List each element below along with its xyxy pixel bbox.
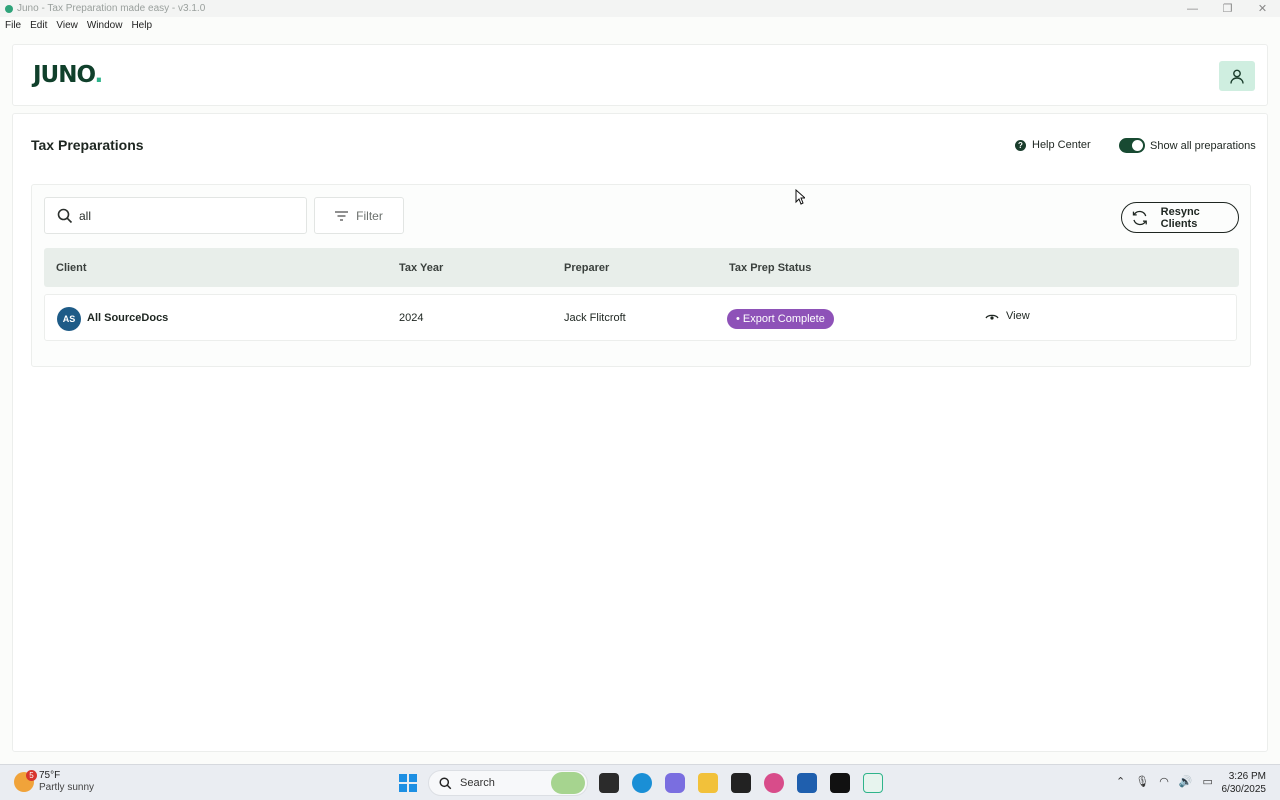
juno-taskbar-icon[interactable] (863, 773, 883, 793)
notion-icon[interactable] (830, 773, 850, 793)
wifi-icon[interactable]: ◠ (1159, 775, 1169, 788)
system-tray: ⌃ 🎙 ◠ 🔊 ▭ (1116, 775, 1213, 788)
minimize-button[interactable]: — (1175, 0, 1210, 17)
show-all-preparations-toggle[interactable] (1119, 138, 1145, 153)
show-all-toggle-group: Show all preparations (1119, 138, 1256, 153)
app-header: JUNO. (12, 44, 1268, 106)
mouse-cursor-icon (795, 189, 805, 205)
column-header-tax-year[interactable]: Tax Year (399, 262, 443, 274)
view-button[interactable]: View (985, 310, 1030, 322)
clock-time: 3:26 PM (1228, 771, 1266, 782)
logo-dot: . (94, 62, 104, 88)
menu-edit[interactable]: Edit (30, 20, 47, 31)
search-icon (57, 208, 73, 223)
filter-label: Filter (356, 208, 383, 223)
battery-icon[interactable]: ▭ (1203, 775, 1213, 788)
resync-clients-button[interactable]: Resync Clients (1121, 202, 1239, 233)
table-header: Client Tax Year Preparer Tax Prep Status (44, 248, 1239, 287)
taskbar-search-label: Search (460, 777, 495, 789)
juno-app-icon (5, 4, 13, 13)
filter-button[interactable]: Filter (314, 197, 404, 234)
window-controls: — ❐ ✕ (1175, 0, 1280, 17)
help-center-link[interactable]: ? Help Center (1015, 139, 1091, 151)
refresh-icon (1132, 210, 1147, 225)
filter-icon (335, 210, 349, 221)
show-all-preparations-label: Show all preparations (1150, 139, 1256, 152)
restore-button[interactable]: ❐ (1210, 0, 1245, 17)
weather-description: Partly sunny (39, 782, 95, 793)
menu-help[interactable]: Help (131, 20, 152, 31)
close-window-button[interactable]: ✕ (1245, 0, 1280, 17)
user-icon (1230, 69, 1244, 84)
temperature: 75°F (39, 770, 61, 781)
client-avatar: AS (57, 307, 81, 331)
menu-file[interactable]: File (5, 20, 21, 31)
microphone-icon[interactable]: 🎙 (1135, 775, 1149, 788)
menu-bar: File Edit View Window Help (0, 17, 1280, 33)
column-header-preparer[interactable]: Preparer (564, 262, 609, 274)
search-icon (439, 776, 452, 789)
volume-icon[interactable]: 🔊 (1179, 775, 1193, 788)
edge-browser-icon[interactable] (632, 773, 652, 793)
file-explorer-icon[interactable] (698, 773, 718, 793)
weather-badge: 5 (26, 770, 37, 781)
client-name: All SourceDocs (87, 312, 169, 324)
start-button[interactable] (399, 774, 417, 792)
help-center-label: Help Center (1032, 139, 1091, 151)
clock-date: 6/30/2025 (1221, 784, 1267, 795)
help-icon: ? (1015, 139, 1026, 151)
window-title-bar: Juno - Tax Preparation made easy - v3.1.… (0, 0, 1280, 17)
copilot-icon[interactable] (665, 773, 685, 793)
menu-window[interactable]: Window (87, 20, 123, 31)
toggle-knob (1132, 140, 1143, 151)
juno-logo[interactable]: JUNO. (33, 62, 104, 88)
resync-clients-label: Resync Clients (1160, 205, 1200, 230)
preparations-panel: all Filter Resync Clients Client Tax Yea… (31, 184, 1251, 367)
column-header-status[interactable]: Tax Prep Status (729, 262, 811, 274)
column-header-client[interactable]: Client (56, 262, 87, 274)
preparer-name: Jack Flitcroft (564, 312, 626, 324)
app-star-icon[interactable] (764, 773, 784, 793)
taskbar-search[interactable]: Search (428, 770, 588, 796)
taskbar-clock[interactable]: 3:26 PM 6/30/2025 (1222, 770, 1267, 796)
table-row[interactable]: AS All SourceDocs 2024 Jack Flitcroft • … (44, 294, 1237, 341)
page-title: Tax Preparations (31, 137, 144, 153)
eye-icon (985, 314, 999, 320)
app-w-icon[interactable] (731, 773, 751, 793)
view-label: View (1006, 310, 1030, 322)
file-app-icon[interactable] (599, 773, 619, 793)
search-value: all (79, 208, 92, 223)
user-profile-button[interactable] (1219, 61, 1255, 91)
os-taskbar: 5 75°F Partly sunny Search ⌃ 🎙 ◠ 🔊 ▭ 3:2… (0, 764, 1280, 800)
search-input[interactable]: all (44, 197, 307, 234)
weather-widget[interactable]: 5 75°F Partly sunny (14, 770, 94, 794)
app-d-icon[interactable] (797, 773, 817, 793)
weather-icon: 5 (14, 770, 37, 792)
status-badge: • Export Complete (727, 309, 834, 329)
main-content: Tax Preparations ? Help Center Show all … (12, 113, 1268, 752)
logo-text: JUNO (33, 62, 96, 88)
window-title: Juno - Tax Preparation made easy - v3.1.… (17, 3, 206, 14)
tax-year: 2024 (399, 312, 424, 324)
menu-view[interactable]: View (56, 20, 78, 31)
search-highlight-icon (551, 772, 585, 794)
chevron-up-icon[interactable]: ⌃ (1116, 775, 1125, 788)
